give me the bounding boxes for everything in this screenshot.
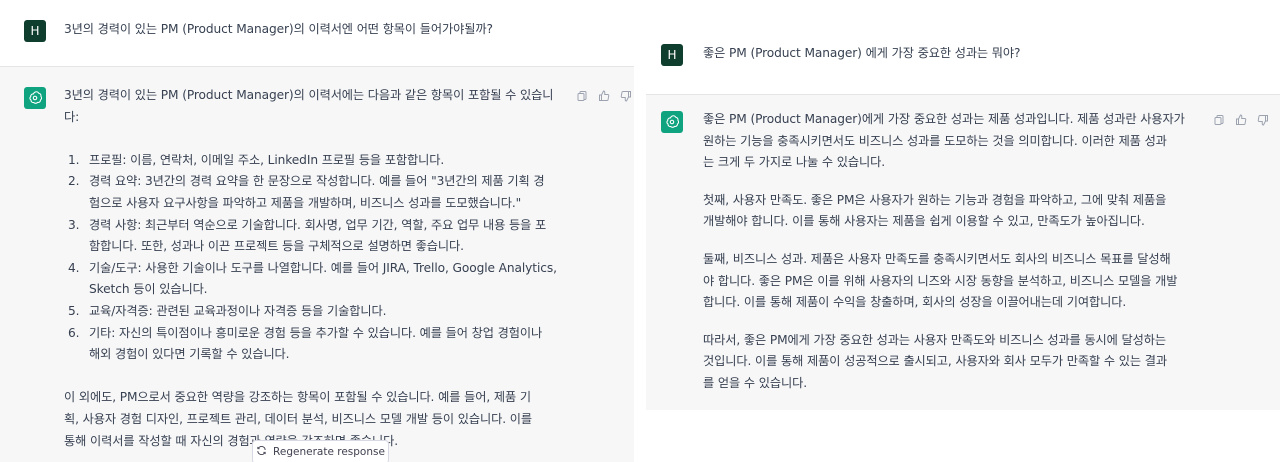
copy-icon[interactable] — [1212, 113, 1226, 127]
user-message-row: H 좋은 PM (Product Manager) 에게 가장 중요한 성과는 … — [646, 0, 1280, 94]
refresh-icon — [256, 445, 267, 459]
answer-line: 야 합니다. 좋은 PM은 이를 위해 사용자의 니즈와 시장 동향을 분석하고… — [703, 273, 1178, 288]
answer-line: 원하는 기능을 충족시키면서도 비즈니스 성과를 도모하는 것을 의미합니다. … — [703, 133, 1167, 148]
left-conversation-panel: H 3년의 경력이 있는 PM (Product Manager)의 이력서엔 … — [0, 0, 634, 462]
assistant-message-row: 3년의 경력이 있는 PM (Product Manager)의 이력서에는 다… — [0, 66, 634, 462]
list-item: 4. 기술/도구: 사용한 기술이나 도구를 나열합니다. 예를 들어 JIRA,… — [68, 260, 557, 297]
answer-line: 합니다. 이를 통해 제품이 수익을 창출하며, 회사의 성장을 이끌어내는데 … — [703, 295, 1127, 310]
user-avatar: H — [24, 20, 46, 42]
assistant-answer: 3년의 경력이 있는 PM (Product Manager)의 이력서에는 다… — [64, 85, 574, 452]
list-item: 5. 교육/자격증: 관련된 교육과정이나 자격증 등을 기술합니다. — [68, 303, 387, 318]
user-question: 3년의 경력이 있는 PM (Product Manager)의 이력서엔 어떤… — [64, 22, 493, 36]
answer-line: 좋은 PM (Product Manager)에게 가장 중요한 성과는 제품 … — [703, 112, 1185, 126]
thumbs-up-icon[interactable] — [1234, 113, 1248, 127]
answer-line: 첫째, 사용자 만족도. 좋은 PM은 사용자가 원하는 기능과 경험을 파악하… — [703, 192, 1167, 207]
message-actions — [1212, 113, 1270, 127]
assistant-message-row: 좋은 PM (Product Manager)에게 가장 중요한 성과는 제품 … — [646, 94, 1280, 410]
answer-line: 둘째, 비즈니스 성과. 제품은 사용자 만족도를 충족시키면서도 회사의 비즈… — [703, 251, 1171, 266]
list-item: 1. 프로필: 이름, 연락처, 이메일 주소, LinkedIn 프로필 등을 … — [68, 152, 445, 167]
chatgpt-logo-icon — [24, 87, 46, 109]
answer-line: 것입니다. 이를 통해 제품이 성공적으로 출시되고, 사용자와 회사 모두가 … — [703, 354, 1167, 369]
answer-outro-line: 획, 사용자 경험 디자인, 프로젝트 관리, 데이터 분석, 비즈니스 모델 … — [64, 411, 532, 426]
right-conversation-panel: H 좋은 PM (Product Manager) 에게 가장 중요한 성과는 … — [646, 0, 1280, 462]
list-item: 2. 경력 요약: 3년간의 경력 요약을 한 문장으로 작성합니다. 예를 들어… — [68, 174, 545, 210]
answer-list: 1. 프로필: 이름, 연락처, 이메일 주소, LinkedIn 프로필 등을 … — [64, 150, 574, 366]
answer-intro-line: 3년의 경력이 있는 PM (Product Manager)의 이력서에는 다… — [64, 88, 554, 102]
assistant-answer: 좋은 PM (Product Manager)에게 가장 중요한 성과는 제품 … — [703, 109, 1213, 395]
thumbs-down-icon[interactable] — [1256, 113, 1270, 127]
answer-intro-line: 다: — [64, 109, 80, 124]
answer-line: 개발해야 합니다. 이를 통해 사용자는 제품을 쉽게 이용할 수 있고, 만족… — [703, 214, 1145, 229]
chatgpt-logo-icon — [661, 111, 683, 133]
answer-outro-line: 이 외에도, PM으로서 중요한 역량을 강조하는 항목이 포함될 수 있습니다… — [64, 390, 531, 405]
list-item: 6. 기타: 자신의 특이점이나 흥미로운 경험 등을 추가할 수 있습니다. 예… — [68, 325, 543, 362]
regenerate-label: Regenerate response — [273, 446, 385, 458]
answer-line: 따라서, 좋은 PM에게 가장 중요한 성과는 사용자 만족도와 비즈니스 성과… — [703, 332, 1167, 347]
panel-divider — [634, 0, 646, 462]
answer-line: 를 얻을 수 있습니다. — [703, 375, 807, 390]
user-avatar: H — [661, 44, 683, 66]
user-message-row: H 3년의 경력이 있는 PM (Product Manager)의 이력서엔 … — [0, 0, 634, 66]
thumbs-down-icon[interactable] — [619, 89, 633, 103]
list-item: 3. 경력 사항: 최근부터 역순으로 기술합니다. 회사명, 업무 기간, 역할… — [68, 217, 547, 254]
thumbs-up-icon[interactable] — [597, 89, 611, 103]
empty-area — [646, 410, 1280, 462]
message-actions — [575, 89, 633, 103]
user-question: 좋은 PM (Product Manager) 에게 가장 중요한 성과는 뭐야… — [703, 46, 1021, 60]
regenerate-response-button[interactable]: Regenerate response — [252, 440, 389, 462]
answer-line: 는 크게 두 가지로 나눌 수 있습니다. — [703, 155, 885, 170]
copy-icon[interactable] — [575, 89, 589, 103]
